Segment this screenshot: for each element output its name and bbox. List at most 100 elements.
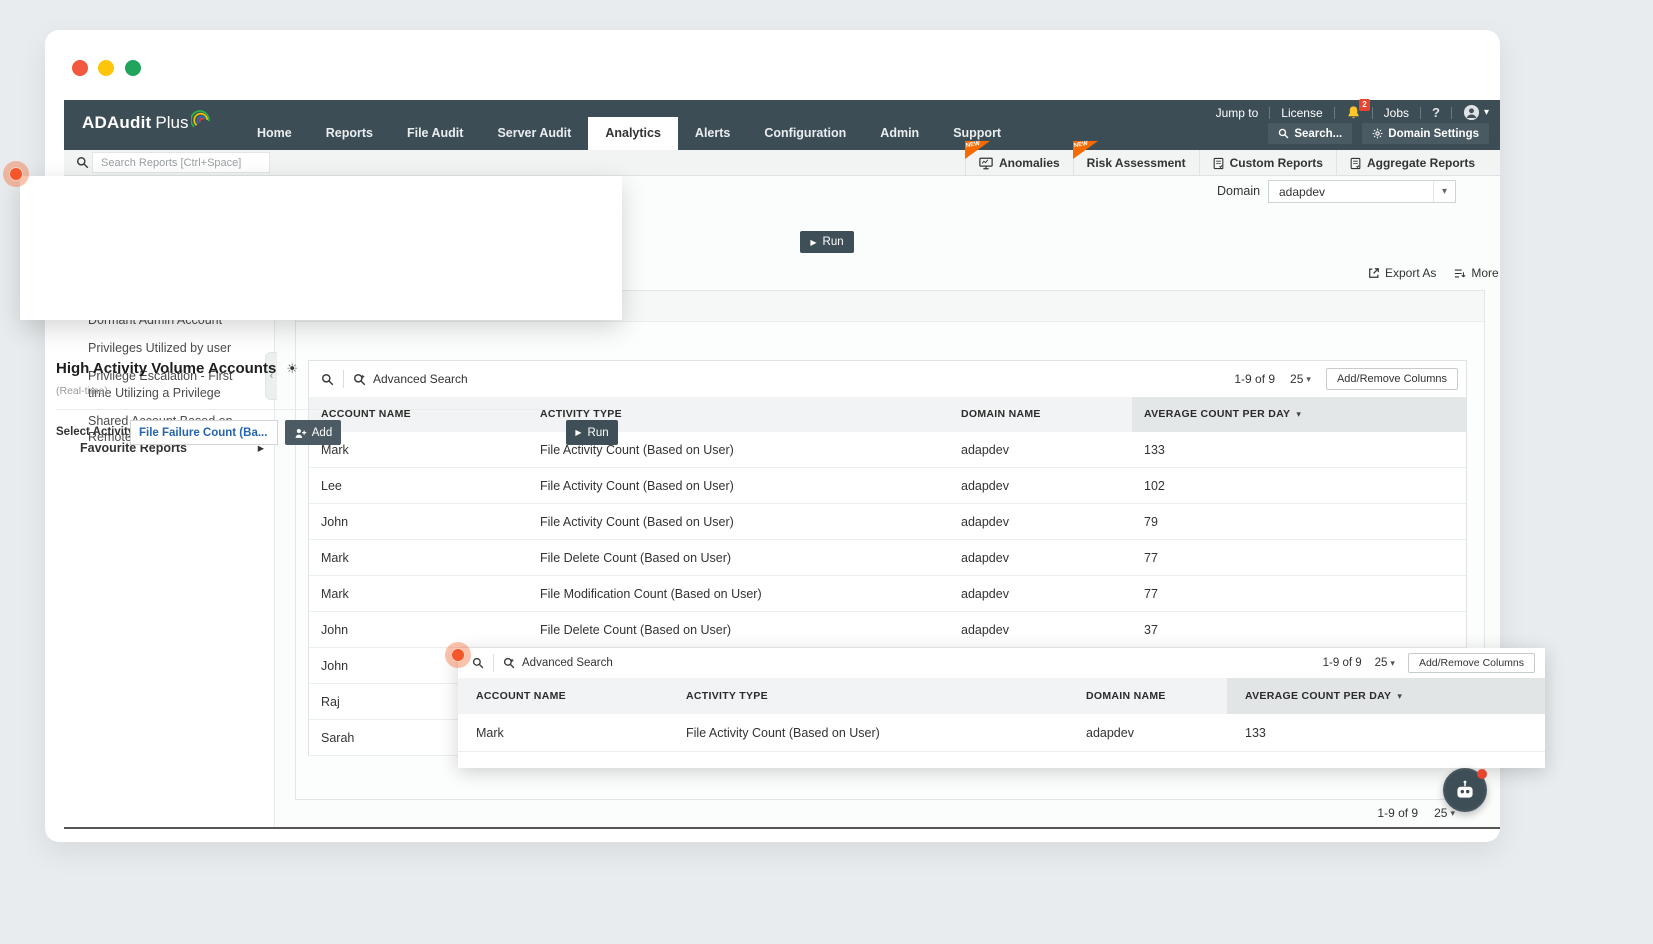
nav-alerts[interactable]: Alerts [678,117,747,150]
tab-risk-assessment[interactable]: NEW Risk Assessment [1072,141,1199,176]
export-as-button[interactable]: Export As [1368,266,1436,280]
cell-activity_type: File Delete Count (Based on User) [540,623,732,637]
nav-admin[interactable]: Admin [863,117,936,150]
tab-aggregate-reports[interactable]: Aggregate Reports [1335,150,1488,176]
tab-anomalies[interactable]: NEW Anomalies [964,141,1073,176]
column-header-domain-name[interactable]: DOMAIN NAME [949,397,1132,432]
pagination-range: 1-9 of 9 [1234,372,1276,386]
search-icon [1279,128,1289,139]
table-search-icon[interactable] [321,373,334,386]
advanced-search-label[interactable]: Advanced Search [522,657,613,669]
cell-account_name: Mark [321,587,349,601]
cell-avg_count: 77 [1144,551,1158,565]
cell-activity_type: File Activity Count (Based on User) [540,479,734,493]
add-remove-columns-button[interactable]: Add/Remove Columns [1407,653,1535,673]
advanced-search-icon[interactable] [503,657,515,669]
cell-avg_count: 102 [1144,479,1165,493]
cell-avg_count: 37 [1144,623,1158,637]
window-minimize-button[interactable] [98,60,114,76]
person-plus-icon [295,428,306,438]
click-indicator [445,642,471,668]
column-header-domain-name[interactable]: DOMAIN NAME [1068,678,1227,714]
page-background: ADAudit Plus Home Reports File Audit Ser… [0,0,1653,944]
search-reports-icon[interactable] [76,156,89,174]
table-row[interactable]: Mark File Activity Count (Based on User) a… [458,714,1545,752]
table-search-icon[interactable] [472,657,484,669]
column-header-average-count[interactable]: AVERAGE COUNT PER DAY ▾ [1132,397,1466,432]
search-reports-input[interactable] [92,152,270,173]
nav-analytics[interactable]: Analytics [588,117,678,150]
nav-reports[interactable]: Reports [309,117,390,150]
sort-desc-icon: ▾ [1296,409,1302,419]
notifications-button[interactable]: 2 [1346,99,1370,120]
overlay-table-body: Mark File Activity Count (Based on User) a… [458,714,1545,752]
click-indicator [3,161,29,187]
report-doc-icon [1350,157,1361,169]
run-report-button[interactable]: ▶ Run [800,231,854,253]
more-button[interactable]: More [1454,266,1499,280]
global-search-button[interactable]: Search... [1268,123,1353,144]
column-header-average-count[interactable]: AVERAGE COUNT PER DAY ▾ [1227,678,1545,714]
pagination-range: 1-9 of 9 [1377,806,1419,820]
divider [1450,106,1452,119]
popup-run-button[interactable]: ▶ Run [566,420,618,445]
domain-select[interactable]: adapdev ▾ [1268,180,1456,203]
add-remove-columns-button[interactable]: Add/Remove Columns [1325,368,1458,390]
report-category-tabs: NEW Anomalies NEW Risk Assessment Custom… [964,141,1488,176]
cell-account_name: John [321,515,349,529]
popup-subtitle: (Real-time) [56,385,108,397]
sidebar-report-item[interactable]: Privileges Utilized by user [88,340,256,357]
help-button[interactable]: ? [1432,105,1440,120]
chevron-down-icon: ▾ [1433,181,1455,202]
domain-settings-button[interactable]: Domain Settings [1362,123,1489,144]
table-row[interactable]: Mark File Modification Count (Based on Us… [309,576,1466,612]
cell-activity_type: File Activity Count (Based on User) [540,515,734,529]
column-header-account-name[interactable]: ACCOUNT NAME [458,678,668,714]
license-link[interactable]: License [1281,106,1322,120]
cell-activity_type: File Activity Count (Based on User) [686,726,880,740]
cell-domain_name: adapdev [961,623,1009,637]
pagination-range: 1-9 of 9 [1322,657,1362,669]
nav-file-audit[interactable]: File Audit [390,117,480,150]
divider [1420,106,1422,119]
page-size-dropdown[interactable]: 25 ▾ [1290,372,1311,386]
page-size-dropdown[interactable]: 25 ▾ [1375,657,1395,669]
table-row[interactable]: John File Activity Count (Based on User) a… [309,504,1466,540]
gear-icon [1372,128,1383,139]
table-row[interactable]: Lee File Activity Count (Based on User) ad… [309,468,1466,504]
sort-desc-icon: ▾ [1397,691,1403,701]
column-header-activity-type[interactable]: ACTIVITY TYPE [668,678,1068,714]
advanced-search-label[interactable]: Advanced Search [373,372,468,386]
nav-server-audit[interactable]: Server Audit [480,117,588,150]
table-row[interactable]: Mark File Activity Count (Based on User) a… [309,432,1466,468]
overlay-table-toolbar: Advanced Search 1-9 of 9 25 ▾ Add/Remove… [458,648,1545,678]
jobs-link[interactable]: Jobs [1384,106,1409,120]
cell-account_name: Mark [476,726,504,740]
cell-activity_type: File Delete Count (Based on User) [540,551,732,565]
tab-custom-reports[interactable]: Custom Reports [1198,150,1336,176]
window-close-button[interactable] [72,60,88,76]
activity-select[interactable]: File Failure Count (Ba... [130,420,278,445]
table-row[interactable]: Mark File Delete Count (Based on User) ada… [309,540,1466,576]
cell-avg_count: 79 [1144,515,1158,529]
domain-label: Domain [1217,184,1261,198]
nav-configuration[interactable]: Configuration [747,117,863,150]
cell-domain_name: adapdev [961,515,1009,529]
user-menu-button[interactable]: ▾ [1463,104,1489,121]
nav-home[interactable]: Home [240,117,309,150]
cell-account_name: Lee [321,479,342,493]
chevron-down-icon: ▾ [1306,373,1311,384]
cell-account_name: John [321,623,349,637]
advanced-search-icon[interactable] [353,373,366,386]
chevron-down-icon: ▾ [1483,107,1489,118]
divider [1371,106,1373,119]
logo-swoosh-icon [191,110,211,128]
cell-domain_name: adapdev [961,443,1009,457]
overlay-results-card: Advanced Search 1-9 of 9 25 ▾ Add/Remove… [458,648,1545,768]
add-activity-button[interactable]: Add [285,420,341,445]
table-row[interactable]: John File Delete Count (Based on User) ada… [309,612,1466,648]
column-header-account-name[interactable]: ACCOUNT NAME [309,397,528,432]
activity-select-value: File Failure Count (Ba... [139,426,268,439]
jump-to-link[interactable]: Jump to [1216,106,1259,120]
window-maximize-button[interactable] [125,60,141,76]
